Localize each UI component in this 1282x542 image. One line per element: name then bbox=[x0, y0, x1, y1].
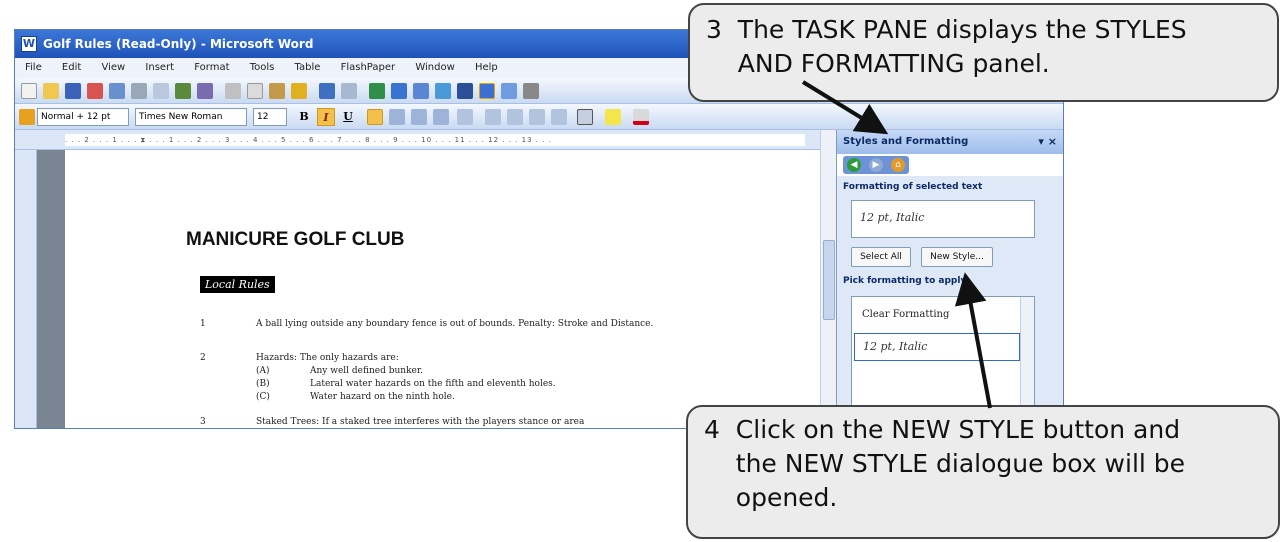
undo-icon[interactable] bbox=[319, 83, 335, 99]
highlight-icon[interactable] bbox=[605, 109, 621, 125]
step3-callout: 3 The TASK PANE displays the STYLES AND … bbox=[688, 3, 1279, 102]
task-pane-title: Styles and Formatting bbox=[843, 136, 969, 147]
local-rules-label: Local Rules bbox=[200, 276, 275, 293]
columns-icon[interactable] bbox=[457, 83, 473, 99]
rule-number: 1 bbox=[200, 319, 206, 329]
task-pane: Styles and Formatting ▾ × ◀ ▶ ⌂ Formatti… bbox=[836, 130, 1063, 428]
spelling-icon[interactable] bbox=[175, 83, 191, 99]
home-icon[interactable]: ⌂ bbox=[891, 158, 905, 172]
step4-callout: 4 Click on the NEW STYLE button and the … bbox=[686, 405, 1280, 539]
menu-file[interactable]: File bbox=[25, 62, 42, 73]
save-icon[interactable] bbox=[65, 83, 81, 99]
hazard-text: Water hazard on the ninth hole. bbox=[310, 392, 455, 402]
task-pane-body: Formatting of selected text 12 pt, Itali… bbox=[837, 176, 1063, 428]
select-all-button[interactable]: Select All bbox=[851, 247, 911, 267]
rule-text: A ball lying outside any boundary fence … bbox=[256, 319, 654, 329]
open-folder-icon[interactable] bbox=[43, 83, 59, 99]
redo-icon[interactable] bbox=[341, 83, 357, 99]
style-dropdown[interactable]: Normal + 12 pt bbox=[37, 108, 129, 126]
insert-table-icon[interactable] bbox=[413, 83, 429, 99]
print-icon[interactable] bbox=[131, 83, 147, 99]
decrease-indent-icon[interactable] bbox=[529, 109, 545, 125]
new-document-icon[interactable] bbox=[21, 83, 37, 99]
selected-format-box: 12 pt, Italic bbox=[851, 200, 1035, 238]
line-spacing-icon[interactable] bbox=[457, 109, 473, 125]
email-icon[interactable] bbox=[109, 83, 125, 99]
back-icon[interactable]: ◀ bbox=[847, 158, 861, 172]
paste-icon[interactable] bbox=[269, 83, 285, 99]
rule-number: 3 bbox=[200, 417, 206, 427]
menu-help[interactable]: Help bbox=[475, 62, 498, 73]
rule-number: 2 bbox=[200, 353, 206, 363]
window-title: Golf Rules (Read-Only) - Microsoft Word bbox=[43, 37, 314, 51]
pick-formatting-heading: Pick formatting to apply bbox=[843, 276, 967, 286]
cut-icon[interactable] bbox=[225, 83, 241, 99]
menu-view[interactable]: View bbox=[101, 62, 125, 73]
bullets-icon[interactable] bbox=[507, 109, 523, 125]
task-pane-nav: ◀ ▶ ⌂ bbox=[843, 156, 909, 174]
new-style-button[interactable]: New Style... bbox=[921, 247, 993, 267]
bold-button[interactable]: B bbox=[295, 108, 313, 126]
underline-button[interactable]: U bbox=[339, 108, 357, 126]
document-map-icon[interactable] bbox=[501, 83, 517, 99]
word-app-icon: W bbox=[21, 36, 37, 52]
hyperlink-icon[interactable] bbox=[369, 83, 385, 99]
ruler-scale: . . . 2 . . . 1 . . . ⧗ . . . 1 . . . 2 … bbox=[65, 134, 805, 146]
menu-edit[interactable]: Edit bbox=[62, 62, 81, 73]
menu-window[interactable]: Window bbox=[415, 62, 454, 73]
hazard-label: (A) bbox=[256, 366, 270, 376]
increase-indent-icon[interactable] bbox=[551, 109, 567, 125]
hazard-label: (B) bbox=[256, 379, 270, 389]
align-center-icon[interactable] bbox=[389, 109, 405, 125]
scroll-thumb[interactable] bbox=[823, 240, 835, 320]
italic-style-item[interactable]: 12 pt, Italic bbox=[854, 333, 1020, 361]
copy-icon[interactable] bbox=[247, 83, 263, 99]
menu-tools[interactable]: Tools bbox=[250, 62, 275, 73]
tables-borders-icon[interactable] bbox=[391, 83, 407, 99]
italic-button[interactable]: I bbox=[317, 108, 335, 126]
selected-text-heading: Formatting of selected text bbox=[843, 182, 983, 192]
show-hide-icon[interactable] bbox=[523, 83, 539, 99]
rule-text: Staked Trees: If a staked tree interfere… bbox=[256, 417, 585, 427]
font-color-icon[interactable] bbox=[633, 109, 649, 125]
align-right-icon[interactable] bbox=[411, 109, 427, 125]
insert-excel-icon[interactable] bbox=[435, 83, 451, 99]
research-icon[interactable] bbox=[197, 83, 213, 99]
hazard-text: Any well defined bunker. bbox=[310, 366, 424, 376]
border-icon[interactable] bbox=[577, 109, 593, 125]
horizontal-ruler[interactable]: . . . 2 . . . 1 . . . ⧗ . . . 1 . . . 2 … bbox=[15, 130, 820, 150]
align-left-icon[interactable] bbox=[367, 109, 383, 125]
vertical-scrollbar[interactable] bbox=[820, 130, 836, 428]
page-margin bbox=[37, 150, 65, 428]
format-painter-icon[interactable] bbox=[291, 83, 307, 99]
drawing-icon[interactable] bbox=[479, 83, 495, 99]
justify-icon[interactable] bbox=[433, 109, 449, 125]
font-dropdown[interactable]: Times New Roman bbox=[135, 108, 247, 126]
vertical-ruler[interactable] bbox=[15, 150, 37, 428]
menu-flashpaper[interactable]: FlashPaper bbox=[341, 62, 396, 73]
print-preview-icon[interactable] bbox=[153, 83, 169, 99]
hazard-label: (C) bbox=[256, 392, 270, 402]
forward-icon[interactable]: ▶ bbox=[869, 158, 883, 172]
rule-text: Hazards: The only hazards are: bbox=[256, 353, 399, 363]
menu-insert[interactable]: Insert bbox=[145, 62, 174, 73]
hazard-text: Lateral water hazards on the fifth and e… bbox=[310, 379, 556, 389]
styles-formatting-icon[interactable] bbox=[19, 109, 35, 125]
permission-icon[interactable] bbox=[87, 83, 103, 99]
font-size-dropdown[interactable]: 12 bbox=[253, 108, 287, 126]
numbering-icon[interactable] bbox=[485, 109, 501, 125]
task-pane-header: Styles and Formatting ▾ × bbox=[837, 130, 1063, 154]
menu-table[interactable]: Table bbox=[295, 62, 321, 73]
clear-formatting-item[interactable]: Clear Formatting bbox=[862, 309, 949, 320]
menu-format[interactable]: Format bbox=[194, 62, 229, 73]
document-heading: MANICURE GOLF CLUB bbox=[186, 229, 405, 250]
task-pane-close-icon[interactable]: ▾ × bbox=[1038, 130, 1057, 154]
formatting-toolbar: Normal + 12 pt Times New Roman 12 B I U bbox=[15, 104, 1063, 130]
